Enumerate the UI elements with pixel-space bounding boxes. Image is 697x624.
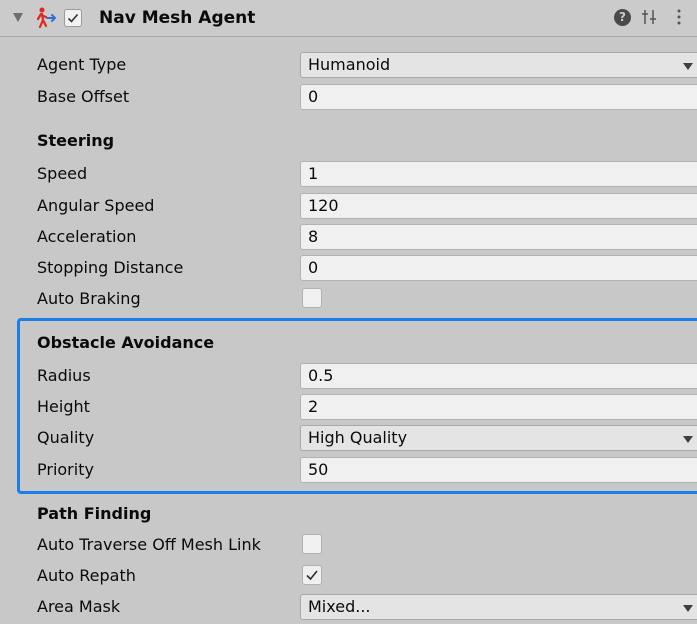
angular-speed-label: Angular Speed (37, 196, 155, 215)
auto-traverse-checkbox[interactable] (302, 534, 322, 554)
priority-label: Priority (37, 460, 94, 479)
checkmark-icon (67, 13, 79, 23)
speed-label: Speed (37, 164, 88, 183)
priority-field[interactable]: 50 (300, 457, 697, 483)
acceleration-label: Acceleration (37, 227, 137, 246)
agent-type-dropdown[interactable]: Humanoid (300, 52, 697, 78)
component-title: Nav Mesh Agent (99, 8, 256, 28)
component-enabled-checkbox[interactable] (64, 9, 82, 27)
base-offset-field[interactable]: 0 (300, 84, 697, 110)
acceleration-field[interactable]: 8 (300, 224, 697, 250)
height-label: Height (37, 397, 90, 416)
agent-type-label: Agent Type (37, 55, 127, 74)
checkmark-icon (306, 570, 318, 581)
auto-repath-label: Auto Repath (37, 566, 136, 585)
stopping-distance-label: Stopping Distance (37, 258, 184, 277)
quality-value: High Quality (308, 428, 408, 447)
quality-label: Quality (37, 428, 95, 447)
area-mask-dropdown[interactable]: Mixed... (300, 594, 697, 620)
chevron-down-icon (683, 63, 693, 70)
auto-repath-checkbox[interactable] (302, 565, 322, 585)
stopping-distance-field[interactable]: 0 (300, 255, 697, 281)
speed-field[interactable]: 1 (300, 161, 697, 187)
auto-braking-label: Auto Braking (37, 289, 141, 308)
area-mask-label: Area Mask (37, 597, 121, 616)
auto-braking-checkbox[interactable] (302, 288, 322, 308)
menu-icon[interactable] (676, 8, 682, 26)
nav-mesh-agent-icon (36, 7, 57, 29)
component-header[interactable]: Nav Mesh Agent ? (0, 0, 697, 37)
presets-icon[interactable] (641, 8, 657, 26)
chevron-down-icon (683, 605, 693, 612)
steering-header: Steering (37, 131, 115, 150)
quality-dropdown[interactable]: High Quality (300, 425, 697, 451)
path-finding-header: Path Finding (37, 504, 152, 523)
auto-traverse-label: Auto Traverse Off Mesh Link (37, 535, 261, 554)
radius-field[interactable]: 0.5 (300, 363, 697, 389)
height-field[interactable]: 2 (300, 394, 697, 420)
agent-type-value: Humanoid (308, 55, 391, 74)
base-offset-label: Base Offset (37, 87, 130, 106)
obstacle-avoidance-header: Obstacle Avoidance (37, 333, 215, 352)
area-mask-value: Mixed... (308, 597, 371, 616)
radius-label: Radius (37, 366, 91, 385)
chevron-down-icon (683, 436, 693, 443)
angular-speed-field[interactable]: 120 (300, 193, 697, 219)
foldout-arrow-icon[interactable] (13, 13, 23, 22)
help-icon[interactable]: ? (614, 9, 631, 26)
